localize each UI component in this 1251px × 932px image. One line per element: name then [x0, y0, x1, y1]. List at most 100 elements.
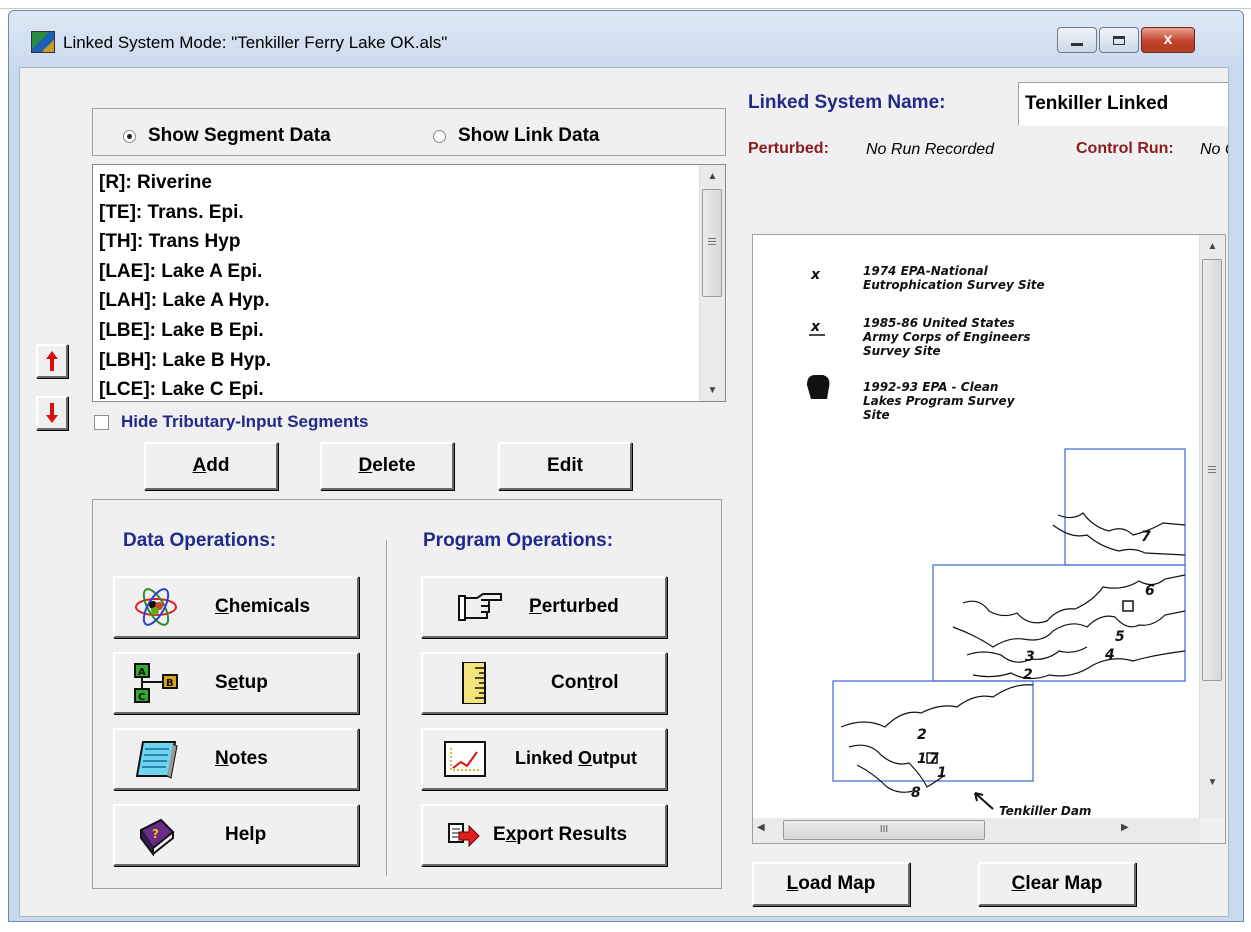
svg-text:C: C [138, 692, 145, 703]
maximize-icon [1113, 35, 1125, 45]
checkbox-box[interactable] [94, 414, 109, 430]
red-down-arrow-icon [46, 403, 58, 423]
scroll-left-icon[interactable]: ◀ [757, 822, 765, 833]
list-item[interactable]: [LBE]: Lake B Epi. [99, 317, 271, 347]
svg-text:B: B [166, 678, 174, 689]
operations-divider [386, 540, 388, 876]
list-item[interactable]: [LBH]: Lake B Hyp. [99, 347, 271, 377]
scroll-thumb[interactable] [702, 189, 722, 297]
svg-text:2: 2 [917, 727, 927, 743]
map-vscrollbar[interactable]: ▲ ▼ [1199, 235, 1225, 820]
map-vscroll-thumb[interactable] [1202, 259, 1222, 681]
svg-text:6: 6 [1145, 583, 1155, 599]
list-item[interactable]: [LAH]: Lake A Hyp. [99, 287, 271, 317]
svg-text:A: A [138, 667, 146, 678]
svg-text:?: ? [152, 827, 159, 841]
minimize-button[interactable] [1057, 27, 1097, 53]
svg-text:Site: Site [863, 408, 890, 422]
notepad-icon [135, 741, 178, 779]
svg-text:1992-93 EPA - Clean: 1992-93 EPA - Clean [863, 380, 998, 394]
list-item[interactable]: [TE]: Trans. Epi. [99, 199, 271, 229]
show-segment-radio[interactable]: Show Segment Data [123, 125, 331, 147]
maximize-button[interactable] [1099, 27, 1139, 53]
scroll-up-icon[interactable]: ▲ [1200, 235, 1225, 257]
map-viewer[interactable]: x 1974 EPA-National Eutrophication Surve… [752, 234, 1226, 844]
move-up-button[interactable] [36, 344, 68, 378]
move-down-button[interactable] [36, 396, 68, 430]
help-book-icon: ? [139, 818, 175, 856]
svg-text:Lakes Program Survey: Lakes Program Survey [863, 394, 1016, 408]
clear-map-button[interactable]: Clear Map [978, 862, 1136, 906]
pointing-hand-icon [458, 593, 502, 621]
atom-icon [135, 588, 177, 626]
scroll-up-icon[interactable]: ▲ [700, 165, 725, 187]
map-hscrollbar[interactable]: ◀ III ▶ [753, 818, 1225, 843]
setup-button[interactable]: A B C Setup [113, 652, 359, 714]
export-results-button[interactable]: Export Results [421, 804, 667, 866]
segment-list-scrollbar[interactable]: ▲ ▼ [699, 165, 725, 401]
title-bar[interactable]: Linked System Mode: "Tenkiller Ferry Lak… [9, 11, 1243, 67]
dialog-client-area: Show Segment Data Show Link Data [R]: Ri… [19, 67, 1229, 917]
list-item[interactable]: [TH]: Trans Hyp [99, 228, 271, 258]
lake-map-image: x 1974 EPA-National Eutrophication Surve… [807, 264, 1186, 818]
control-button[interactable]: Control [421, 652, 667, 714]
svg-text:Eutrophication Survey Site: Eutrophication Survey Site [863, 278, 1045, 292]
notes-button[interactable]: Notes [113, 728, 359, 790]
perturbed-status: No Run Recorded [866, 141, 995, 158]
close-button[interactable]: x [1141, 27, 1195, 53]
svg-text:1985-86 United States: 1985-86 United States [863, 316, 1015, 330]
desktop-top-strip [0, 0, 1251, 9]
svg-text:3: 3 [1025, 649, 1035, 665]
perturbed-button[interactable]: Perturbed [421, 576, 667, 638]
red-up-arrow-icon [46, 351, 58, 371]
edit-button[interactable]: Edit [498, 442, 632, 490]
linked-system-name-label: Linked System Name: [748, 92, 946, 113]
svg-text:5: 5 [1115, 629, 1125, 645]
window-title: Linked System Mode: "Tenkiller Ferry Lak… [63, 33, 448, 52]
svg-text:8: 8 [911, 785, 921, 801]
segment-list[interactable]: [R]: Riverine [TE]: Trans. Epi. [TH]: Tr… [92, 164, 726, 402]
delete-button[interactable]: Delete [320, 442, 454, 490]
svg-text:x: x [810, 267, 821, 283]
radio-selected-icon [123, 129, 136, 143]
close-icon: x [1163, 31, 1173, 48]
minimize-icon [1071, 42, 1083, 46]
ruler-icon [462, 662, 486, 704]
data-operations-heading: Data Operations: [123, 530, 277, 551]
svg-text:Army Corps of Engineers: Army Corps of Engineers [862, 330, 1031, 344]
svg-text:4: 4 [1104, 647, 1115, 663]
scroll-down-icon[interactable]: ▼ [700, 379, 725, 401]
svg-text:7: 7 [1141, 529, 1151, 545]
show-link-radio[interactable]: Show Link Data [433, 125, 599, 147]
svg-text:1: 1 [917, 751, 927, 767]
list-item[interactable]: [LAE]: Lake A Epi. [99, 258, 271, 288]
help-button[interactable]: ? Help [113, 804, 359, 866]
abc-flow-icon: A B C [134, 663, 178, 703]
show-segment-label: Show Segment Data [148, 125, 331, 146]
map-hscroll-thumb[interactable]: III [783, 820, 985, 840]
scroll-corner [1200, 818, 1225, 843]
hide-tributary-label: Hide Tributary-Input Segments [121, 412, 369, 431]
svg-text:Tenkiller Dam: Tenkiller Dam [999, 804, 1091, 818]
svg-text:Survey Site: Survey Site [863, 344, 941, 358]
export-arrow-icon [448, 823, 480, 848]
data-view-radio-group: Show Segment Data Show Link Data [92, 108, 726, 156]
svg-text:1974 EPA-National: 1974 EPA-National [863, 264, 989, 278]
scroll-right-icon[interactable]: ▶ [1121, 822, 1129, 833]
hide-tributary-checkbox[interactable]: Hide Tributary-Input Segments [94, 412, 368, 432]
load-map-button[interactable]: Load Map [752, 862, 910, 906]
chemicals-button[interactable]: Chemicals [113, 576, 359, 638]
control-run-status: No C [1200, 141, 1228, 158]
radio-unselected-icon [433, 129, 446, 143]
control-run-label: Control Run: [1076, 140, 1174, 157]
list-item[interactable]: [LCE]: Lake C Epi. [99, 376, 271, 406]
scroll-down-icon[interactable]: ▼ [1200, 771, 1225, 793]
app-icon [31, 31, 55, 53]
perturbed-label: Perturbed: [748, 140, 829, 157]
linked-system-name-field[interactable]: Tenkiller Linked [1018, 82, 1228, 126]
list-item[interactable]: [R]: Riverine [99, 169, 271, 199]
add-button[interactable]: Add [144, 442, 278, 490]
program-operations-heading: Program Operations: [423, 530, 614, 551]
operations-panel: Data Operations: Program Operations: Che… [92, 499, 722, 889]
linked-output-button[interactable]: Linked Output [421, 728, 667, 790]
